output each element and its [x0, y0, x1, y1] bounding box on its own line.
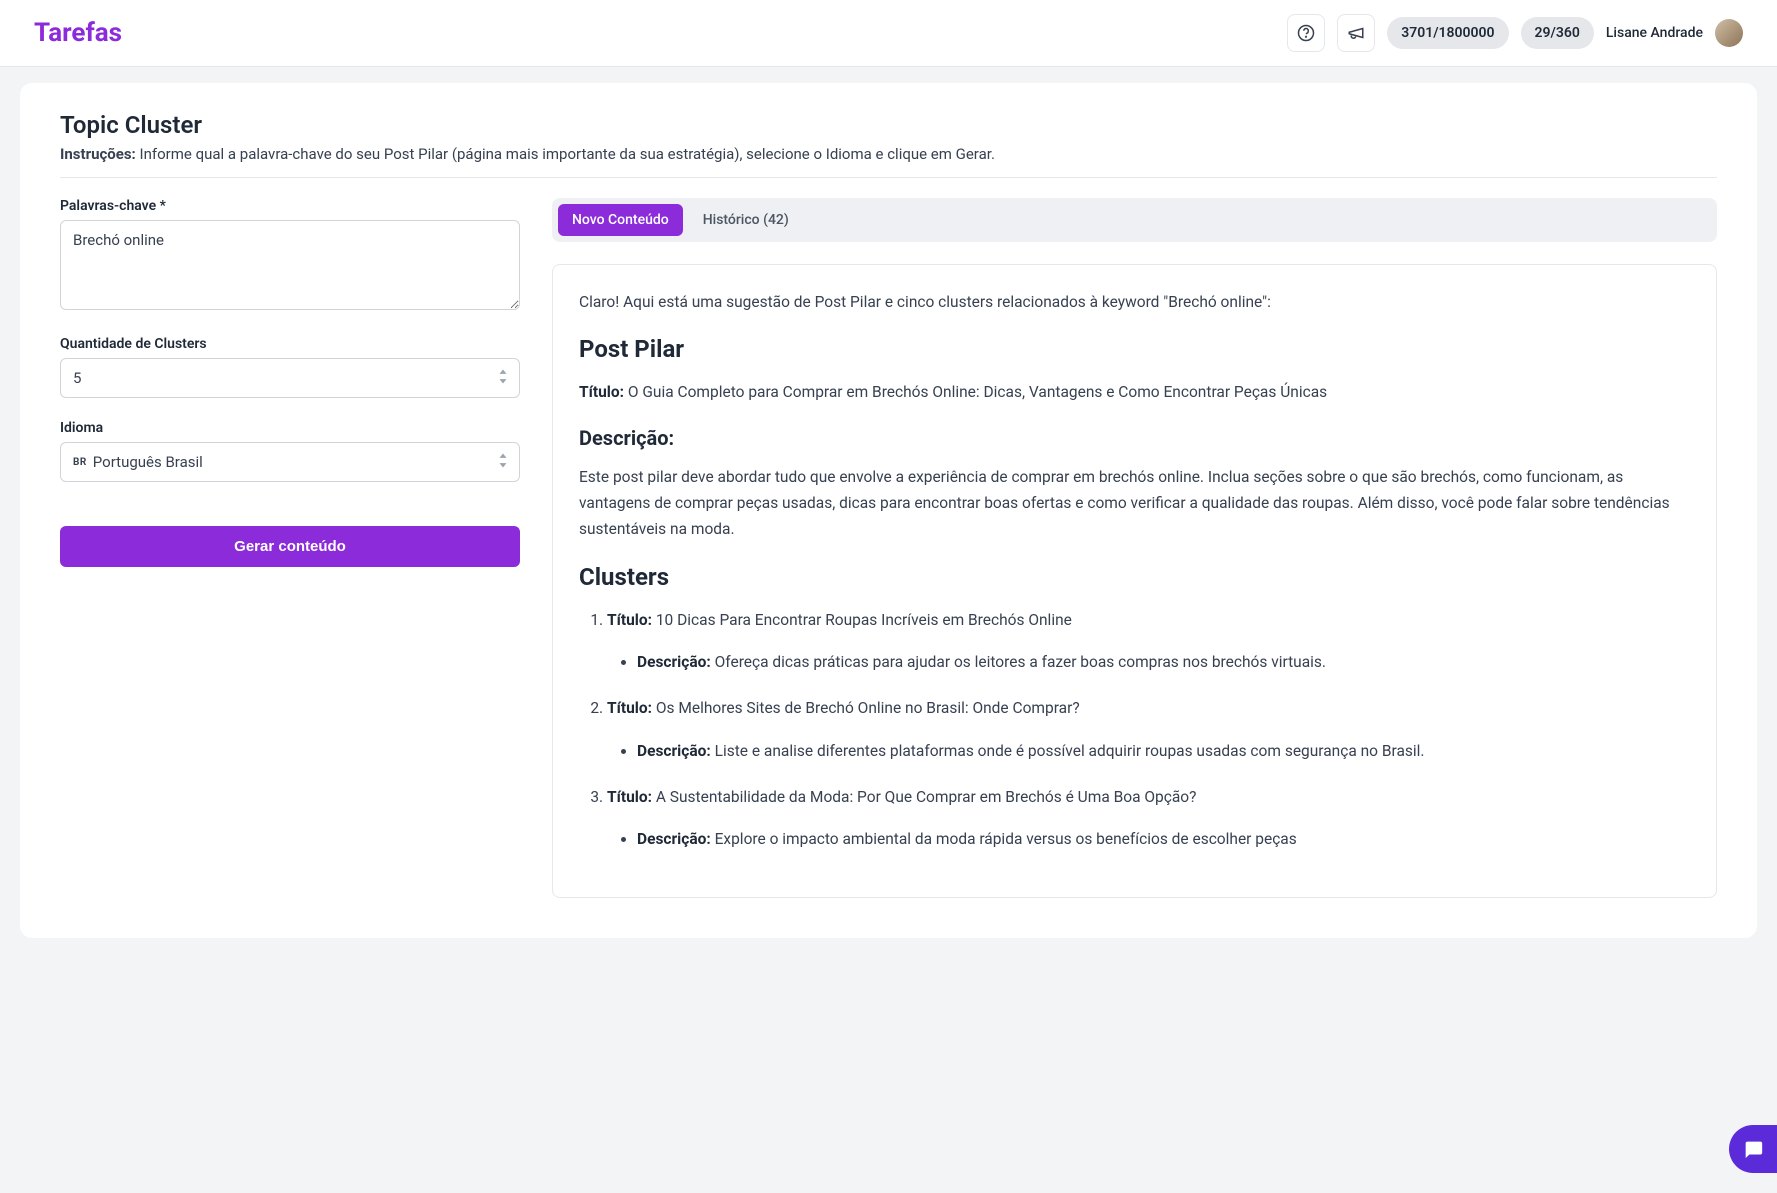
chat-icon — [1742, 1138, 1764, 1160]
descricao-label: Descrição: — [637, 653, 711, 671]
output-panel: Claro! Aqui está uma sugestão de Post Pi… — [552, 264, 1717, 898]
keywords-input[interactable] — [60, 220, 520, 310]
user-avatar[interactable] — [1715, 19, 1743, 47]
clusters-heading: Clusters — [579, 563, 1690, 591]
cluster-title: A Sustentabilidade da Moda: Por Que Comp… — [656, 788, 1197, 806]
descricao-label: Descrição: — [637, 830, 711, 848]
cluster-item: Título: A Sustentabilidade da Moda: Por … — [607, 784, 1690, 853]
language-label: Idioma — [60, 420, 520, 436]
clusters-list: Título: 10 Dicas Para Encontrar Roupas I… — [579, 607, 1690, 853]
post-pilar-title-line: Título: O Guia Completo para Comprar em … — [579, 379, 1690, 405]
credits-counter[interactable]: 3701/1800000 — [1387, 17, 1508, 49]
post-pilar-title-text: O Guia Completo para Comprar em Brechós … — [628, 383, 1327, 401]
app-header: Tarefas 3701/1800000 29/360 Lisane Andra… — [0, 0, 1777, 67]
instructions-text: Informe qual a palavra-chave do seu Post… — [140, 145, 995, 163]
cluster-item: Título: 10 Dicas Para Encontrar Roupas I… — [607, 607, 1690, 676]
titulo-label: Título: — [579, 383, 624, 401]
language-value: Português Brasil — [93, 453, 203, 471]
tab-new-content[interactable]: Novo Conteúdo — [558, 204, 683, 236]
clusters-count-select[interactable]: 5 — [60, 358, 520, 398]
keywords-label: Palavras-chave * — [60, 198, 520, 214]
clusters-count-value: 5 — [73, 369, 81, 387]
instructions: Instruções: Informe qual a palavra-chave… — [60, 145, 1717, 178]
cluster-title: 10 Dicas Para Encontrar Roupas Incríveis… — [656, 611, 1072, 629]
titulo-label: Título: — [607, 611, 652, 629]
post-pilar-heading: Post Pilar — [579, 335, 1690, 363]
language-flag-badge: BR — [73, 457, 87, 468]
announcements-button[interactable] — [1337, 14, 1375, 52]
descricao-label: Descrição: — [637, 742, 711, 760]
tab-history[interactable]: Histórico (42) — [689, 204, 803, 236]
language-select[interactable]: BR Português Brasil — [60, 442, 520, 482]
cluster-description-item: Descrição: Ofereça dicas práticas para a… — [637, 649, 1690, 675]
quota-counter[interactable]: 29/360 — [1521, 17, 1594, 49]
megaphone-icon — [1347, 24, 1365, 42]
help-button[interactable] — [1287, 14, 1325, 52]
cluster-item: Título: Os Melhores Sites de Brechó Onli… — [607, 695, 1690, 764]
post-pilar-description: Este post pilar deve abordar tudo que en… — [579, 464, 1690, 543]
help-icon — [1297, 24, 1315, 42]
cluster-description-item: Descrição: Liste e analise diferentes pl… — [637, 738, 1690, 764]
descricao-heading: Descrição: — [579, 426, 1690, 450]
output-column: Novo Conteúdo Histórico (42) Claro! Aqui… — [552, 198, 1717, 898]
cluster-description: Ofereça dicas práticas para ajudar os le… — [715, 653, 1326, 671]
cluster-description: Liste e analise diferentes plataformas o… — [715, 742, 1425, 760]
generate-button[interactable]: Gerar conteúdo — [60, 526, 520, 567]
titulo-label: Título: — [607, 788, 652, 806]
cluster-description-item: Descrição: Explore o impacto ambiental d… — [637, 826, 1690, 852]
tabs-bar: Novo Conteúdo Histórico (42) — [552, 198, 1717, 242]
page-title: Topic Cluster — [60, 111, 1717, 139]
instructions-label: Instruções: — [60, 145, 136, 163]
user-name: Lisane Andrade — [1606, 25, 1703, 41]
form-panel: Palavras-chave * Quantidade de Clusters … — [60, 198, 520, 567]
chat-button[interactable] — [1729, 1125, 1777, 1173]
cluster-description: Explore o impacto ambiental da moda rápi… — [715, 830, 1297, 848]
output-intro: Claro! Aqui está uma sugestão de Post Pi… — [579, 289, 1690, 315]
header-actions: 3701/1800000 29/360 Lisane Andrade — [1287, 14, 1743, 52]
clusters-count-label: Quantidade de Clusters — [60, 336, 520, 352]
main-card: Topic Cluster Instruções: Informe qual a… — [20, 83, 1757, 938]
app-logo: Tarefas — [34, 18, 122, 48]
titulo-label: Título: — [607, 699, 652, 717]
cluster-title: Os Melhores Sites de Brechó Online no Br… — [656, 699, 1080, 717]
